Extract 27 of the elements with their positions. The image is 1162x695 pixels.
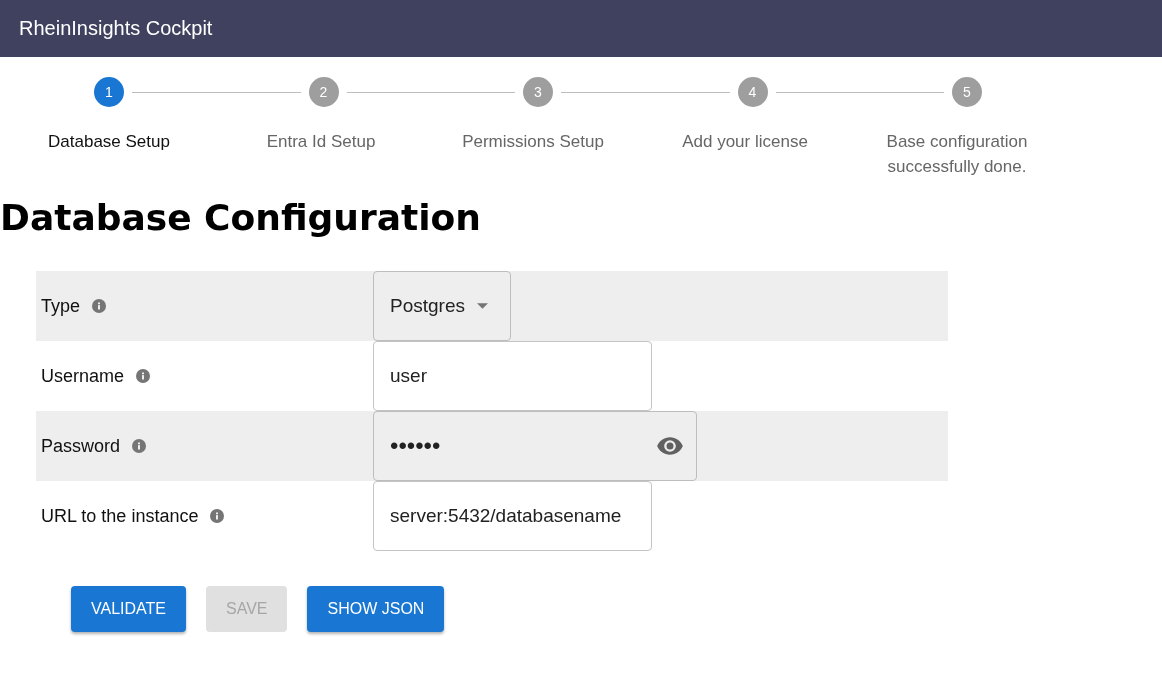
caret-icon <box>477 303 488 309</box>
step-number[interactable]: 5 <box>952 77 982 107</box>
info-icon[interactable] <box>210 509 225 523</box>
page-heading: Database Configuration <box>0 197 482 240</box>
password-field[interactable]: •••••• <box>373 411 697 481</box>
step-number[interactable]: 2 <box>308 77 339 107</box>
action-button[interactable]: SHOW JSON <box>307 586 445 632</box>
step-label: Add your license <box>682 131 808 153</box>
action-button[interactable]: VALIDATE <box>71 586 186 632</box>
info-icon[interactable] <box>136 369 151 383</box>
step-number[interactable]: 1 <box>94 77 124 107</box>
field-label: Type <box>41 295 81 317</box>
info-icon[interactable] <box>92 299 107 313</box>
step-number[interactable]: 3 <box>523 77 553 107</box>
step-label: Permissions Setup <box>462 131 604 153</box>
field-label: Username <box>41 365 125 387</box>
field-label: URL to the instance <box>41 505 199 527</box>
input-field[interactable]: server:5432/databasename <box>373 481 652 551</box>
step-label: Database Setup <box>48 131 170 153</box>
step-number[interactable]: 4 <box>737 77 768 107</box>
step-label: Base configuration successfully done. <box>885 131 1029 178</box>
step-label: Entra Id Setup <box>266 131 376 153</box>
field-label: Password <box>41 435 121 457</box>
info-icon[interactable] <box>132 439 147 453</box>
type-dropdown[interactable]: Postgres <box>373 271 511 341</box>
app-title: RheinInsights Cockpit <box>19 17 213 40</box>
input-field[interactable]: user <box>373 341 652 411</box>
